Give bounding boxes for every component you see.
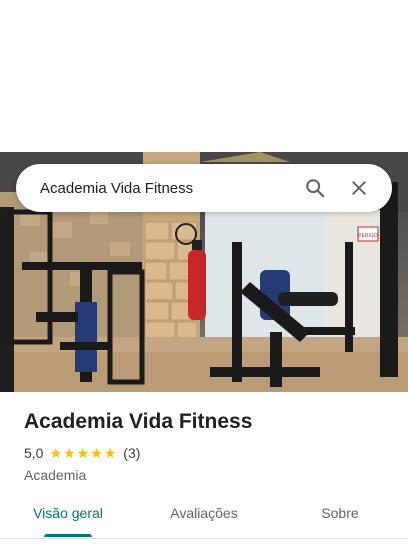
- rating-value: 5,0: [24, 445, 44, 461]
- close-icon: [352, 181, 366, 195]
- place-tabs: Visão geral Avaliações Sobre: [0, 494, 408, 539]
- star-icon: ★: [63, 445, 76, 461]
- tab-reviews[interactable]: Avaliações: [136, 494, 272, 538]
- search-icon: [306, 179, 325, 198]
- star-icon: ★: [49, 445, 63, 461]
- star-icon: ★: [90, 445, 103, 461]
- tab-label: Sobre: [321, 505, 359, 521]
- tab-label: Avaliações: [170, 505, 238, 521]
- star-icon: ★: [103, 445, 117, 461]
- tab-label: Visão geral: [33, 505, 103, 521]
- star-rating: ★ ★ ★ ★ ★: [49, 446, 117, 460]
- place-name: Academia Vida Fitness: [24, 410, 253, 433]
- search-button[interactable]: [296, 169, 334, 207]
- search-input[interactable]: Academia Vida Fitness: [40, 180, 290, 197]
- search-bar[interactable]: Academia Vida Fitness: [16, 164, 392, 212]
- clear-search-button[interactable]: [340, 169, 378, 207]
- tab-overview[interactable]: Visão geral: [0, 494, 136, 538]
- place-category[interactable]: Academia: [24, 466, 392, 484]
- star-icon: ★: [76, 445, 90, 461]
- review-count[interactable]: (3): [123, 445, 140, 461]
- place-info: Academia Vida Fitness 5,0 ★ ★ ★ ★ ★ (3) …: [24, 408, 392, 484]
- tab-about[interactable]: Sobre: [272, 494, 408, 538]
- rating-row[interactable]: 5,0 ★ ★ ★ ★ ★ (3): [24, 444, 392, 462]
- danger-sign: PERIGO: [358, 233, 378, 239]
- active-tab-indicator: [43, 534, 93, 537]
